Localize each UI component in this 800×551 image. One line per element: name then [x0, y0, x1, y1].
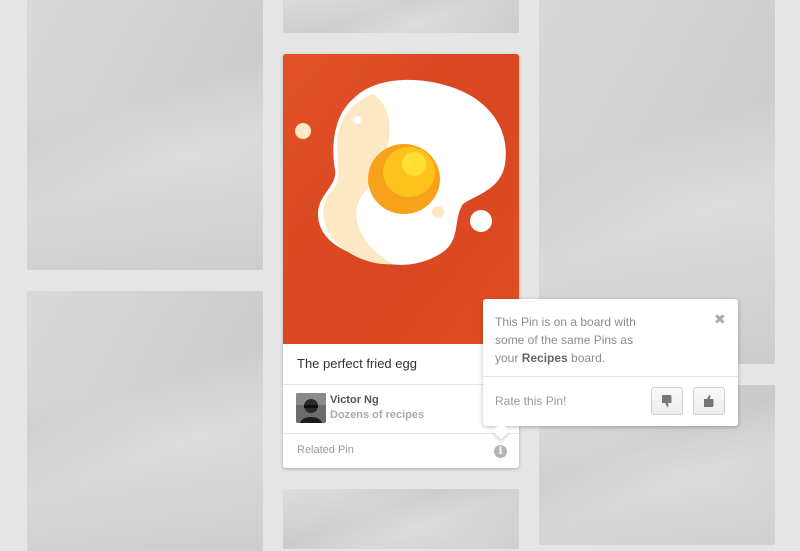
popover-line-3: your Recipes board.	[495, 349, 695, 367]
related-pin-label: Related Pin	[297, 444, 354, 456]
divider	[283, 433, 519, 434]
placeholder-pin-left-top	[27, 0, 263, 270]
popover-line-3-suffix: board.	[567, 351, 606, 365]
popover-line-2: some of the same Pins as	[495, 333, 634, 347]
popover-line-1: This Pin is on a board with	[495, 315, 636, 329]
placeholder-pin-left-bottom	[27, 291, 263, 551]
close-icon[interactable]: ✖	[714, 312, 726, 326]
popover-board-highlight: Recipes	[521, 351, 568, 365]
thumbs-down-icon	[662, 395, 672, 408]
placeholder-pin-center-bottom	[283, 489, 519, 549]
related-pin-popover: This Pin is on a board with some of the …	[483, 299, 738, 440]
popover-message: This Pin is on a board with some of the …	[495, 313, 695, 367]
thumbs-up-button[interactable]	[693, 387, 725, 415]
placeholder-pin-center-top	[283, 0, 519, 33]
board-name[interactable]: Dozens of recipes	[330, 409, 424, 421]
pin-title[interactable]: The perfect fried egg	[297, 356, 417, 371]
thumbs-up-icon	[704, 394, 714, 407]
popover-line-3-prefix: your	[495, 351, 522, 365]
popover-divider	[483, 376, 738, 377]
avatar[interactable]	[296, 393, 326, 423]
author-name[interactable]: Victor Ng	[330, 394, 379, 406]
thumbs-down-button[interactable]	[651, 387, 683, 415]
rate-label: Rate this Pin!	[495, 394, 567, 408]
info-icon[interactable]: i	[494, 445, 507, 458]
